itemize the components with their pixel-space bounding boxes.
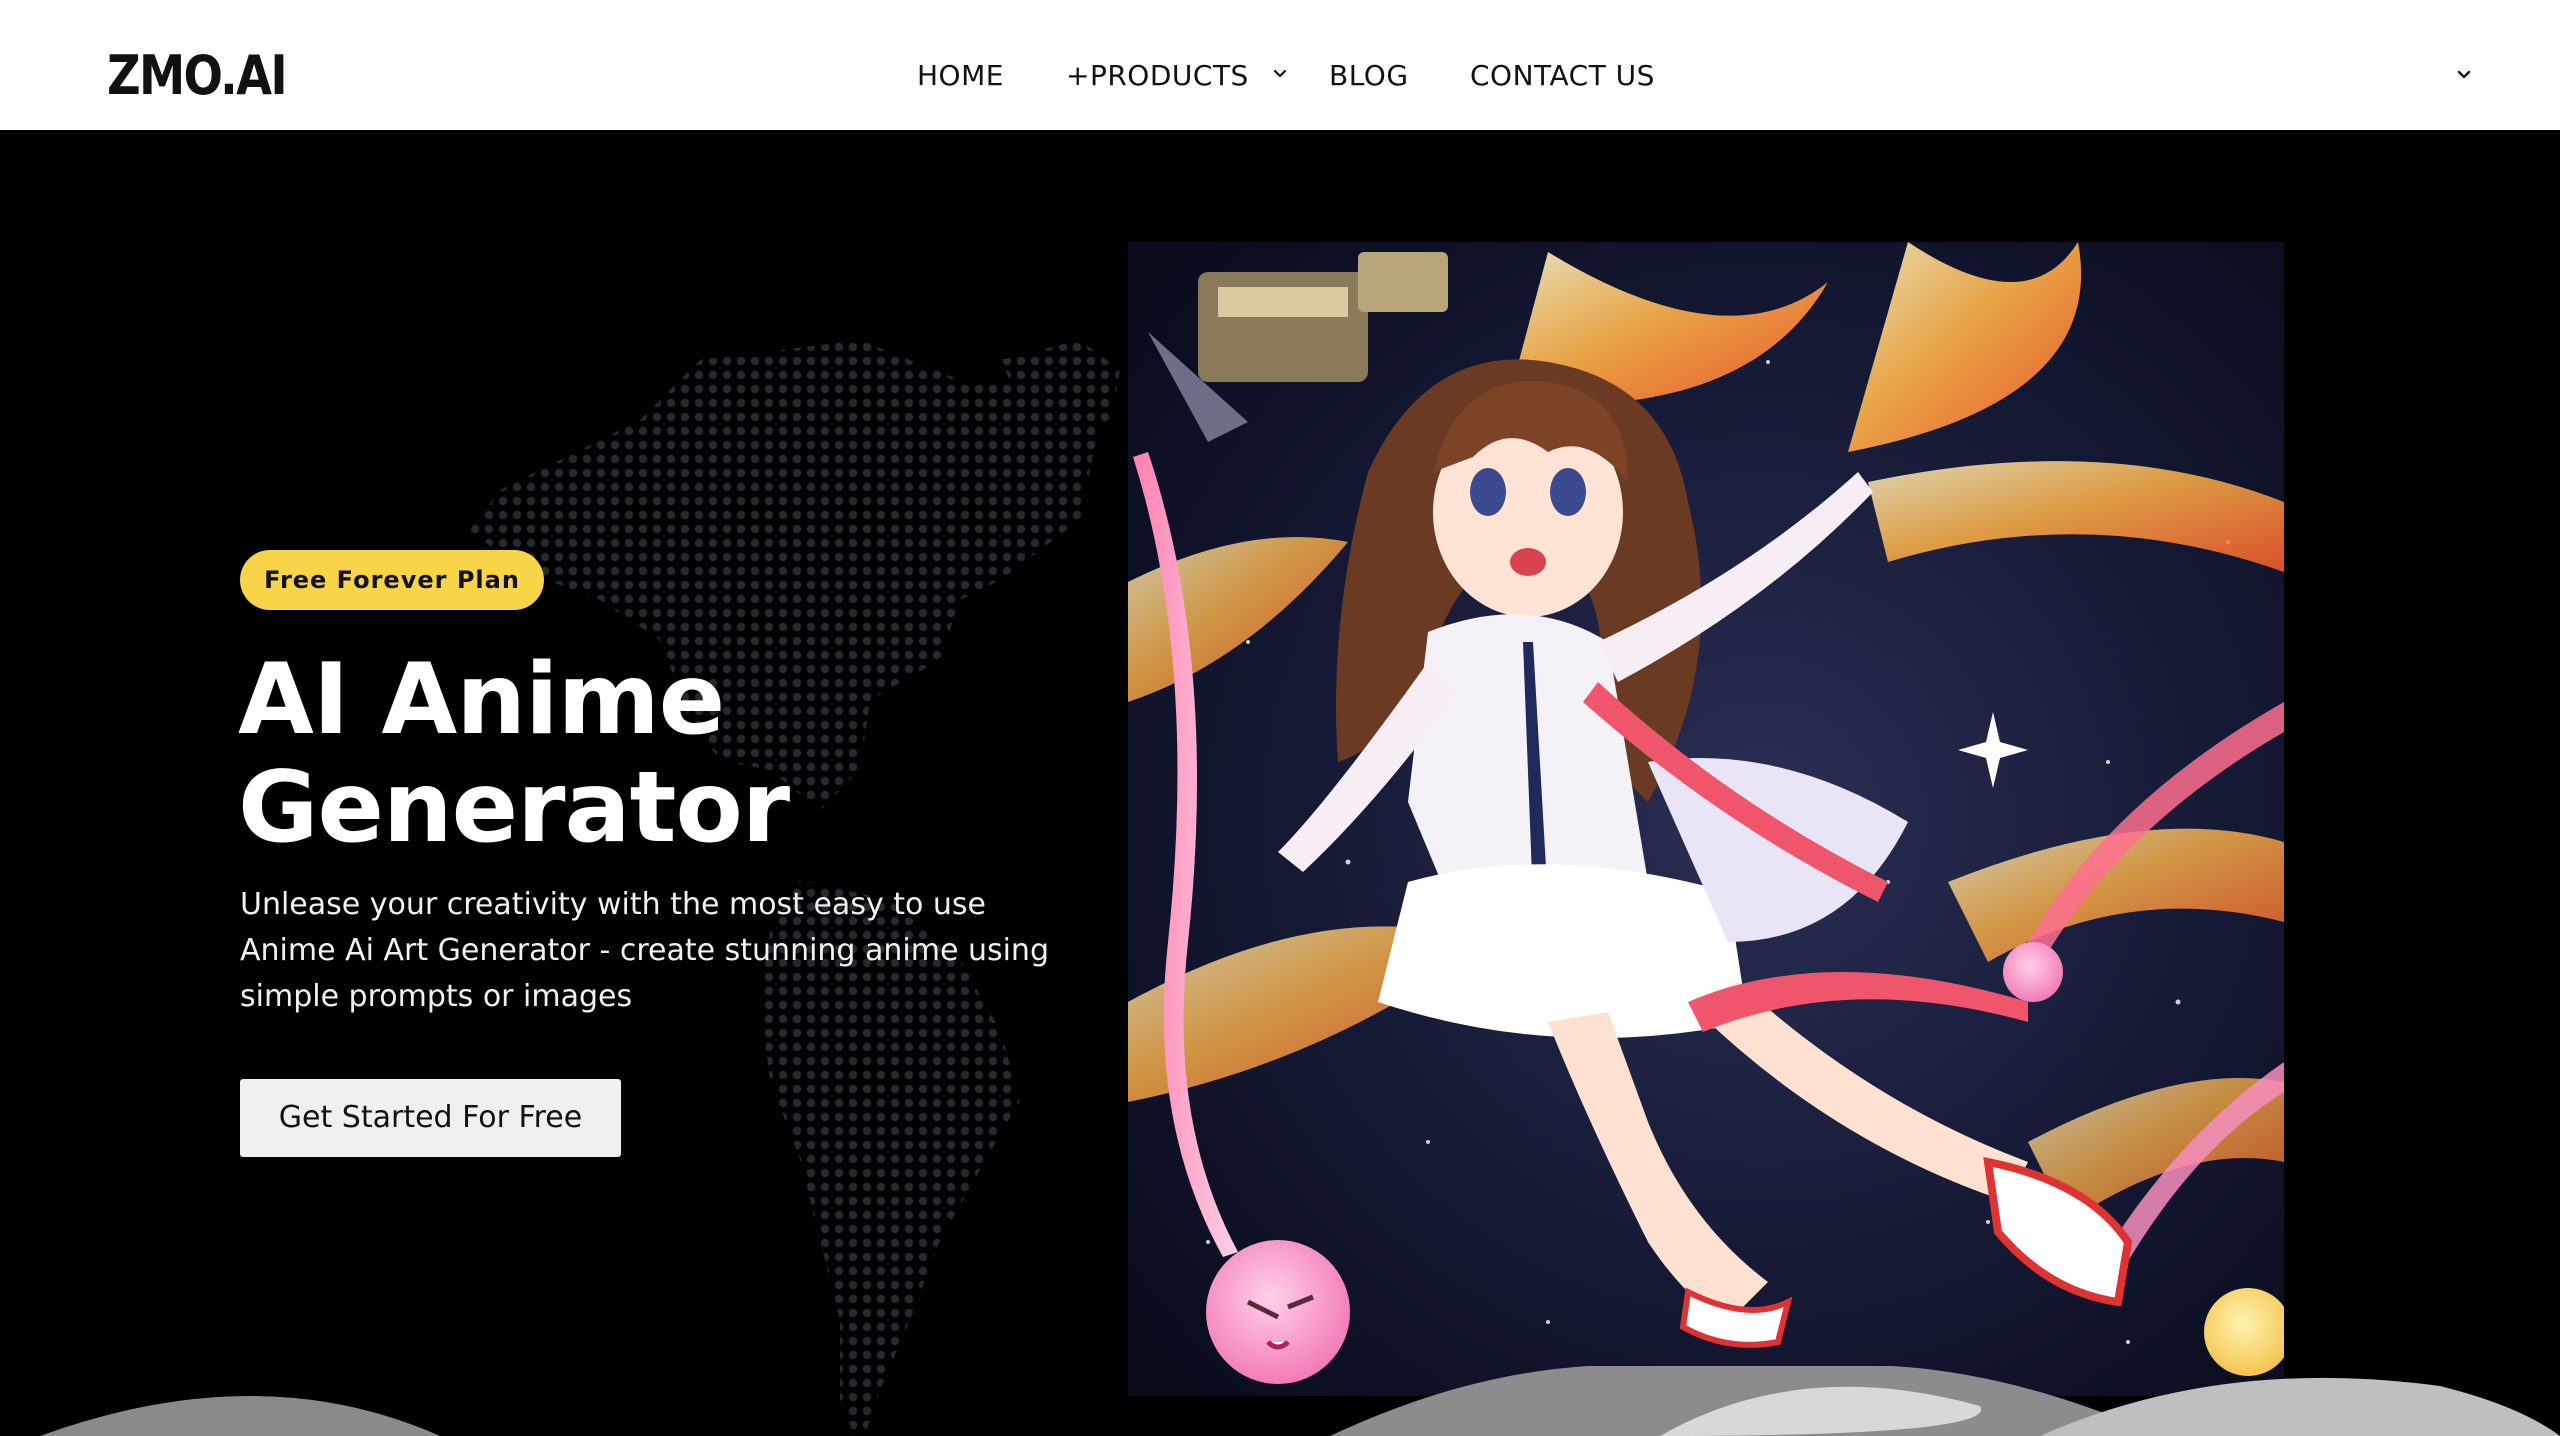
hero-description: Unlease your creativity with the most ea… bbox=[240, 887, 1049, 1014]
nav-item-home-label: HOME bbox=[917, 59, 1004, 92]
anime-artwork-image bbox=[1128, 242, 2284, 1396]
hero-title-line-1: AI Anime bbox=[238, 643, 725, 757]
hero-section: Free Forever Plan AI Anime Generator Unl… bbox=[0, 130, 2560, 1436]
hero-title-line-2: Generator bbox=[238, 751, 790, 865]
nav-item-products-label: +PRODUCTS bbox=[1066, 59, 1249, 92]
nav-item-blog-label: BLOG bbox=[1329, 59, 1409, 92]
nav-item-contact-label: CONTACT US bbox=[1470, 59, 1655, 92]
get-started-button[interactable]: Get Started For Free bbox=[240, 1079, 621, 1157]
chevron-down-icon bbox=[1274, 69, 1287, 78]
top-header: ZMO.AI HOME +PRODUCTS BLOG CONTACT US bbox=[0, 0, 2560, 130]
chevron-down-icon[interactable] bbox=[2455, 68, 2473, 82]
nav-item-products[interactable]: +PRODUCTS bbox=[1066, 56, 1288, 96]
nav-item-home[interactable]: HOME bbox=[917, 56, 1004, 96]
hero-title: AI Anime Generator bbox=[238, 646, 1058, 862]
logo[interactable]: ZMO.AI bbox=[107, 44, 288, 108]
nav-item-contact[interactable]: CONTACT US bbox=[1470, 56, 1655, 96]
bottom-wave-decoration bbox=[40, 1366, 2560, 1436]
nav-item-blog[interactable]: BLOG bbox=[1329, 56, 1409, 96]
free-plan-badge: Free Forever Plan bbox=[240, 550, 544, 610]
